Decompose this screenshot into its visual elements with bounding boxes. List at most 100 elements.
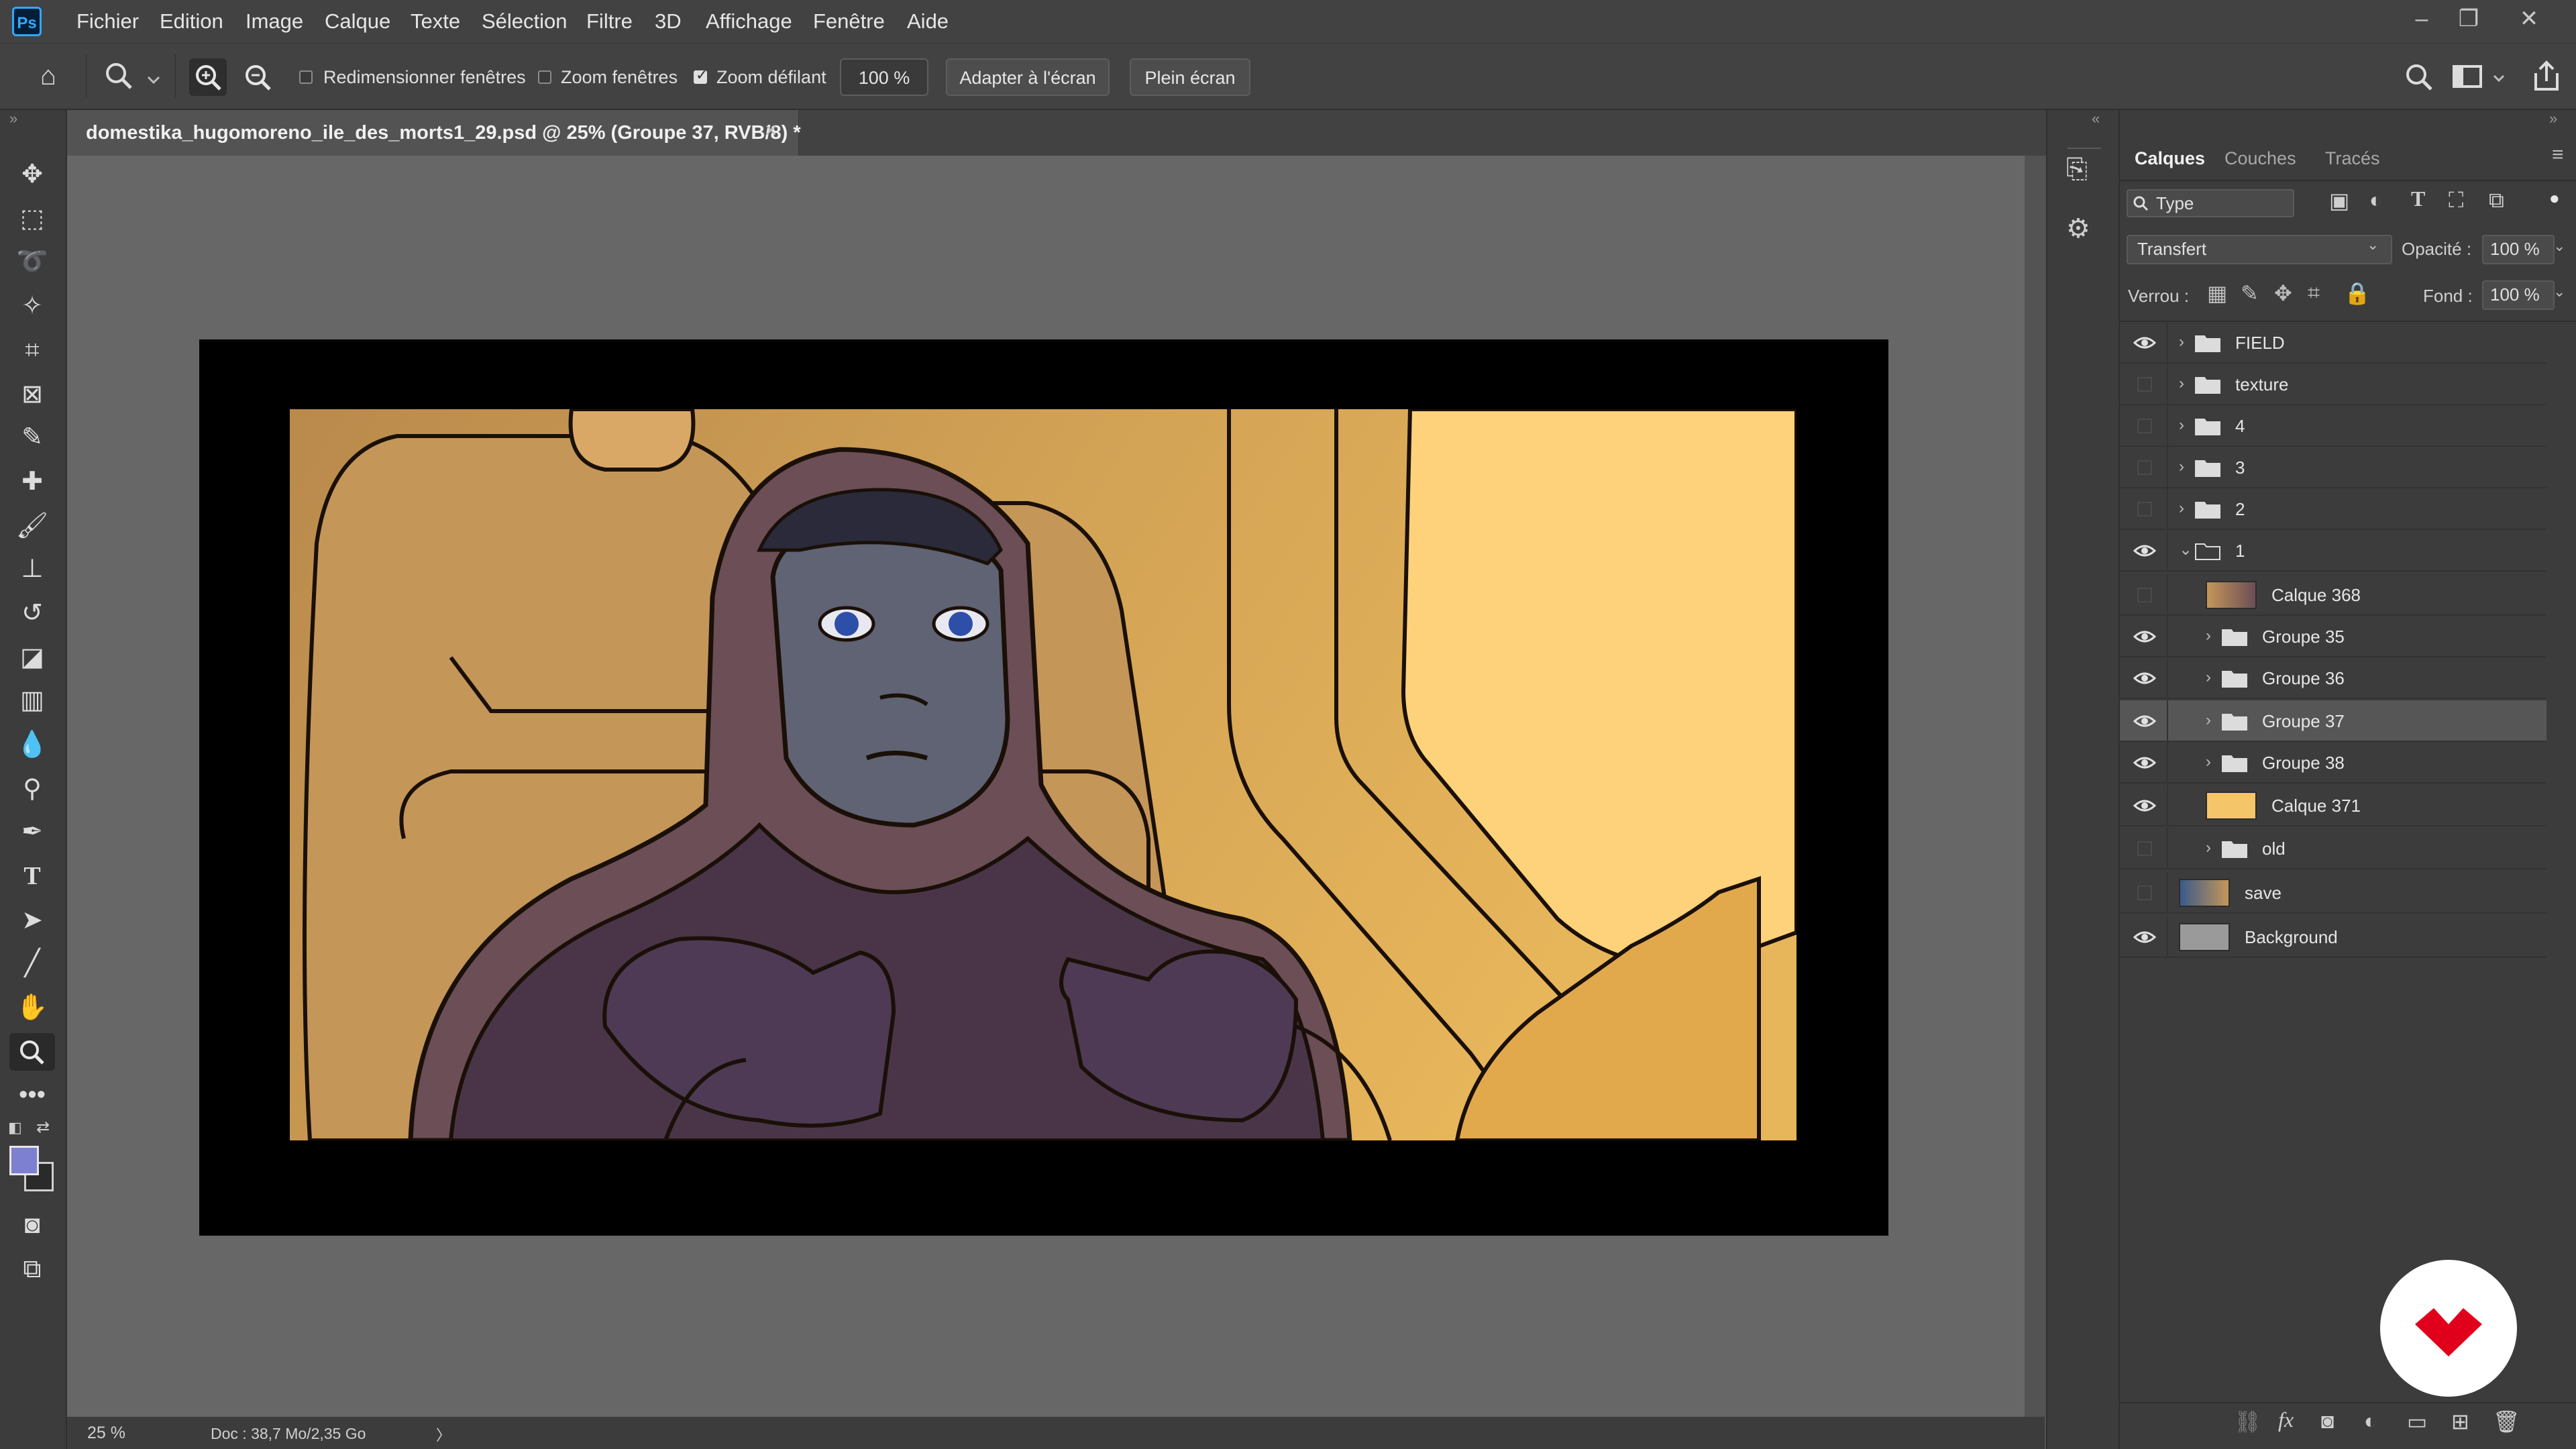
history-brush-tool-icon[interactable]: ↺ bbox=[9, 594, 55, 632]
chevron-right-icon[interactable]: › bbox=[2179, 330, 2184, 354]
artwork-image[interactable] bbox=[290, 409, 1796, 1140]
screen-mode-icon[interactable]: ⧉ bbox=[9, 1250, 55, 1288]
close-icon[interactable]: ✕ bbox=[2509, 0, 2549, 40]
gradient-tool-icon[interactable]: ▥ bbox=[9, 682, 55, 719]
clone-stamp-tool-icon[interactable]: ⊥ bbox=[9, 550, 55, 588]
filter-toggle-icon[interactable]: ● bbox=[2549, 188, 2560, 209]
chevron-down-icon[interactable]: ⌄ bbox=[2179, 538, 2192, 562]
layer-row[interactable]: › Groupe 36 bbox=[2120, 657, 2546, 699]
eye-icon[interactable] bbox=[2133, 795, 2156, 816]
fill-field[interactable]: 100 % bbox=[2482, 280, 2555, 310]
more-tools-icon[interactable]: ••• bbox=[9, 1076, 55, 1114]
layer-row[interactable]: › 4 bbox=[2120, 405, 2546, 447]
hand-tool-icon[interactable]: ✋ bbox=[9, 989, 55, 1026]
blur-tool-icon[interactable]: 💧 bbox=[9, 726, 55, 763]
menu-3d[interactable]: 3D bbox=[655, 0, 682, 43]
frame-tool-icon[interactable]: ⊠ bbox=[9, 376, 55, 413]
menu-fichier[interactable]: Fichier bbox=[76, 0, 139, 43]
delete-layer-icon[interactable]: 🗑 bbox=[2493, 1409, 2520, 1434]
layer-row[interactable]: save bbox=[2120, 872, 2546, 914]
layer-row[interactable]: › texture bbox=[2120, 364, 2546, 405]
chevron-right-icon[interactable]: › bbox=[2179, 496, 2184, 521]
layer-row[interactable]: ⌄ 1 bbox=[2120, 530, 2546, 572]
dodge-tool-icon[interactable]: ⚲ bbox=[9, 770, 55, 808]
swap-colors-icon[interactable]: ⇄ bbox=[36, 1118, 50, 1137]
visibility-toggle[interactable] bbox=[2137, 460, 2152, 475]
menu-image[interactable]: Image bbox=[246, 0, 303, 43]
tab-couches[interactable]: Couches bbox=[2224, 140, 2296, 177]
filter-adjustment-icon[interactable]: ◐ bbox=[2369, 188, 2382, 213]
path-selection-tool-icon[interactable]: ➤ bbox=[9, 902, 55, 939]
eye-icon[interactable] bbox=[2133, 540, 2156, 561]
chevron-right-icon[interactable]: › bbox=[2179, 413, 2184, 437]
layer-row[interactable]: › Groupe 38 bbox=[2120, 742, 2546, 784]
brush-tool-icon[interactable]: 🖌 bbox=[9, 507, 55, 545]
opacity-slider-icon[interactable]: ⌄ bbox=[2553, 237, 2565, 255]
layer-row[interactable]: › FIELD bbox=[2120, 322, 2546, 364]
zoom-value-field[interactable]: 100 % bbox=[840, 58, 928, 96]
lasso-tool-icon[interactable]: ➰ bbox=[9, 243, 55, 280]
filter-pixel-icon[interactable]: ▣ bbox=[2329, 188, 2349, 213]
menu-filtre[interactable]: Filtre bbox=[586, 0, 633, 43]
menu-affichage[interactable]: Affichage bbox=[706, 0, 792, 43]
menu-texte[interactable]: Texte bbox=[411, 0, 460, 43]
layer-row[interactable]: › Groupe 35 bbox=[2120, 616, 2546, 657]
zoom-in-button[interactable] bbox=[189, 58, 227, 96]
adjustment-layer-icon[interactable]: ◐ bbox=[2364, 1409, 2377, 1434]
document-tab[interactable]: domestika_hugomoreno_ile_des_morts1_29.p… bbox=[67, 110, 801, 156]
workspace-icon[interactable] bbox=[2451, 60, 2512, 95]
scrubby-zoom-checkbox[interactable] bbox=[694, 66, 708, 84]
layer-style-icon[interactable]: fx bbox=[2278, 1407, 2294, 1432]
collapse-toolbar-icon[interactable]: » bbox=[9, 110, 17, 127]
lock-artboard-icon[interactable]: ⌗ bbox=[2308, 280, 2320, 306]
eye-icon[interactable] bbox=[2133, 626, 2156, 647]
expand-panels-icon[interactable]: « bbox=[2092, 110, 2100, 127]
visibility-toggle[interactable] bbox=[2137, 419, 2152, 433]
home-icon[interactable]: ⌂ bbox=[30, 57, 67, 95]
visibility-toggle[interactable] bbox=[2137, 885, 2152, 900]
layer-row[interactable]: Calque 371 bbox=[2120, 785, 2546, 826]
zoom-all-checkbox[interactable] bbox=[538, 70, 551, 84]
zoom-out-button[interactable] bbox=[239, 58, 276, 96]
eraser-tool-icon[interactable]: ◪ bbox=[9, 639, 55, 676]
photoshop-logo[interactable]: Ps bbox=[12, 7, 42, 36]
type-tool-icon[interactable]: T bbox=[9, 857, 55, 895]
resize-windows-checkbox[interactable] bbox=[299, 70, 313, 84]
status-menu-arrow[interactable]: 〉 bbox=[436, 1424, 451, 1445]
opacity-field[interactable]: 100 % bbox=[2482, 235, 2555, 264]
menu-aide[interactable]: Aide bbox=[907, 0, 949, 43]
marquee-tool-icon[interactable]: ⬚ bbox=[9, 200, 55, 237]
chevron-right-icon[interactable]: › bbox=[2206, 665, 2211, 690]
visibility-toggle[interactable] bbox=[2137, 588, 2152, 602]
close-tab-icon[interactable]: × bbox=[765, 118, 777, 143]
move-tool-icon[interactable]: ✥ bbox=[9, 156, 55, 193]
share-icon[interactable] bbox=[2529, 58, 2564, 95]
filter-smart-object-icon[interactable]: ⧉ bbox=[2489, 188, 2504, 213]
new-group-icon[interactable]: ▭ bbox=[2407, 1409, 2427, 1434]
chevron-right-icon[interactable]: › bbox=[2206, 750, 2211, 774]
fill-slider-icon[interactable]: ⌄ bbox=[2553, 283, 2565, 301]
quick-mask-icon[interactable]: ◙ bbox=[9, 1206, 55, 1244]
healing-brush-tool-icon[interactable]: ✚ bbox=[9, 463, 55, 500]
layer-row[interactable]: › 3 bbox=[2120, 447, 2546, 488]
search-icon[interactable] bbox=[2402, 60, 2436, 95]
lock-all-icon[interactable]: 🔒 bbox=[2344, 280, 2371, 306]
eye-icon[interactable] bbox=[2133, 332, 2156, 354]
line-tool-icon[interactable]: ╱ bbox=[9, 945, 55, 982]
lock-pixels-icon[interactable]: ✎ bbox=[2241, 280, 2259, 306]
fit-screen-button[interactable]: Adapter à l'écran bbox=[946, 58, 1110, 96]
menu-edition[interactable]: Edition bbox=[160, 0, 223, 43]
minimize-icon[interactable]: – bbox=[2402, 0, 2442, 40]
collapse-panel-icon[interactable]: » bbox=[2549, 110, 2557, 127]
tab-calques[interactable]: Calques bbox=[2135, 140, 2205, 177]
properties-panel-icon[interactable]: ⚙ bbox=[2066, 213, 2090, 244]
layer-row[interactable]: › Groupe 37 bbox=[2120, 700, 2546, 742]
fill-screen-button[interactable]: Plein écran bbox=[1130, 58, 1250, 96]
eye-icon[interactable] bbox=[2133, 667, 2156, 689]
chevron-right-icon[interactable]: › bbox=[2206, 708, 2211, 733]
magic-wand-tool-icon[interactable]: ✧ bbox=[9, 287, 55, 325]
menu-fenetre[interactable]: Fenêtre bbox=[813, 0, 885, 43]
add-mask-icon[interactable]: ◙ bbox=[2321, 1409, 2334, 1434]
layer-row[interactable]: Calque 368 bbox=[2120, 574, 2546, 616]
history-panel-icon[interactable]: ⎘ bbox=[2066, 154, 2088, 184]
